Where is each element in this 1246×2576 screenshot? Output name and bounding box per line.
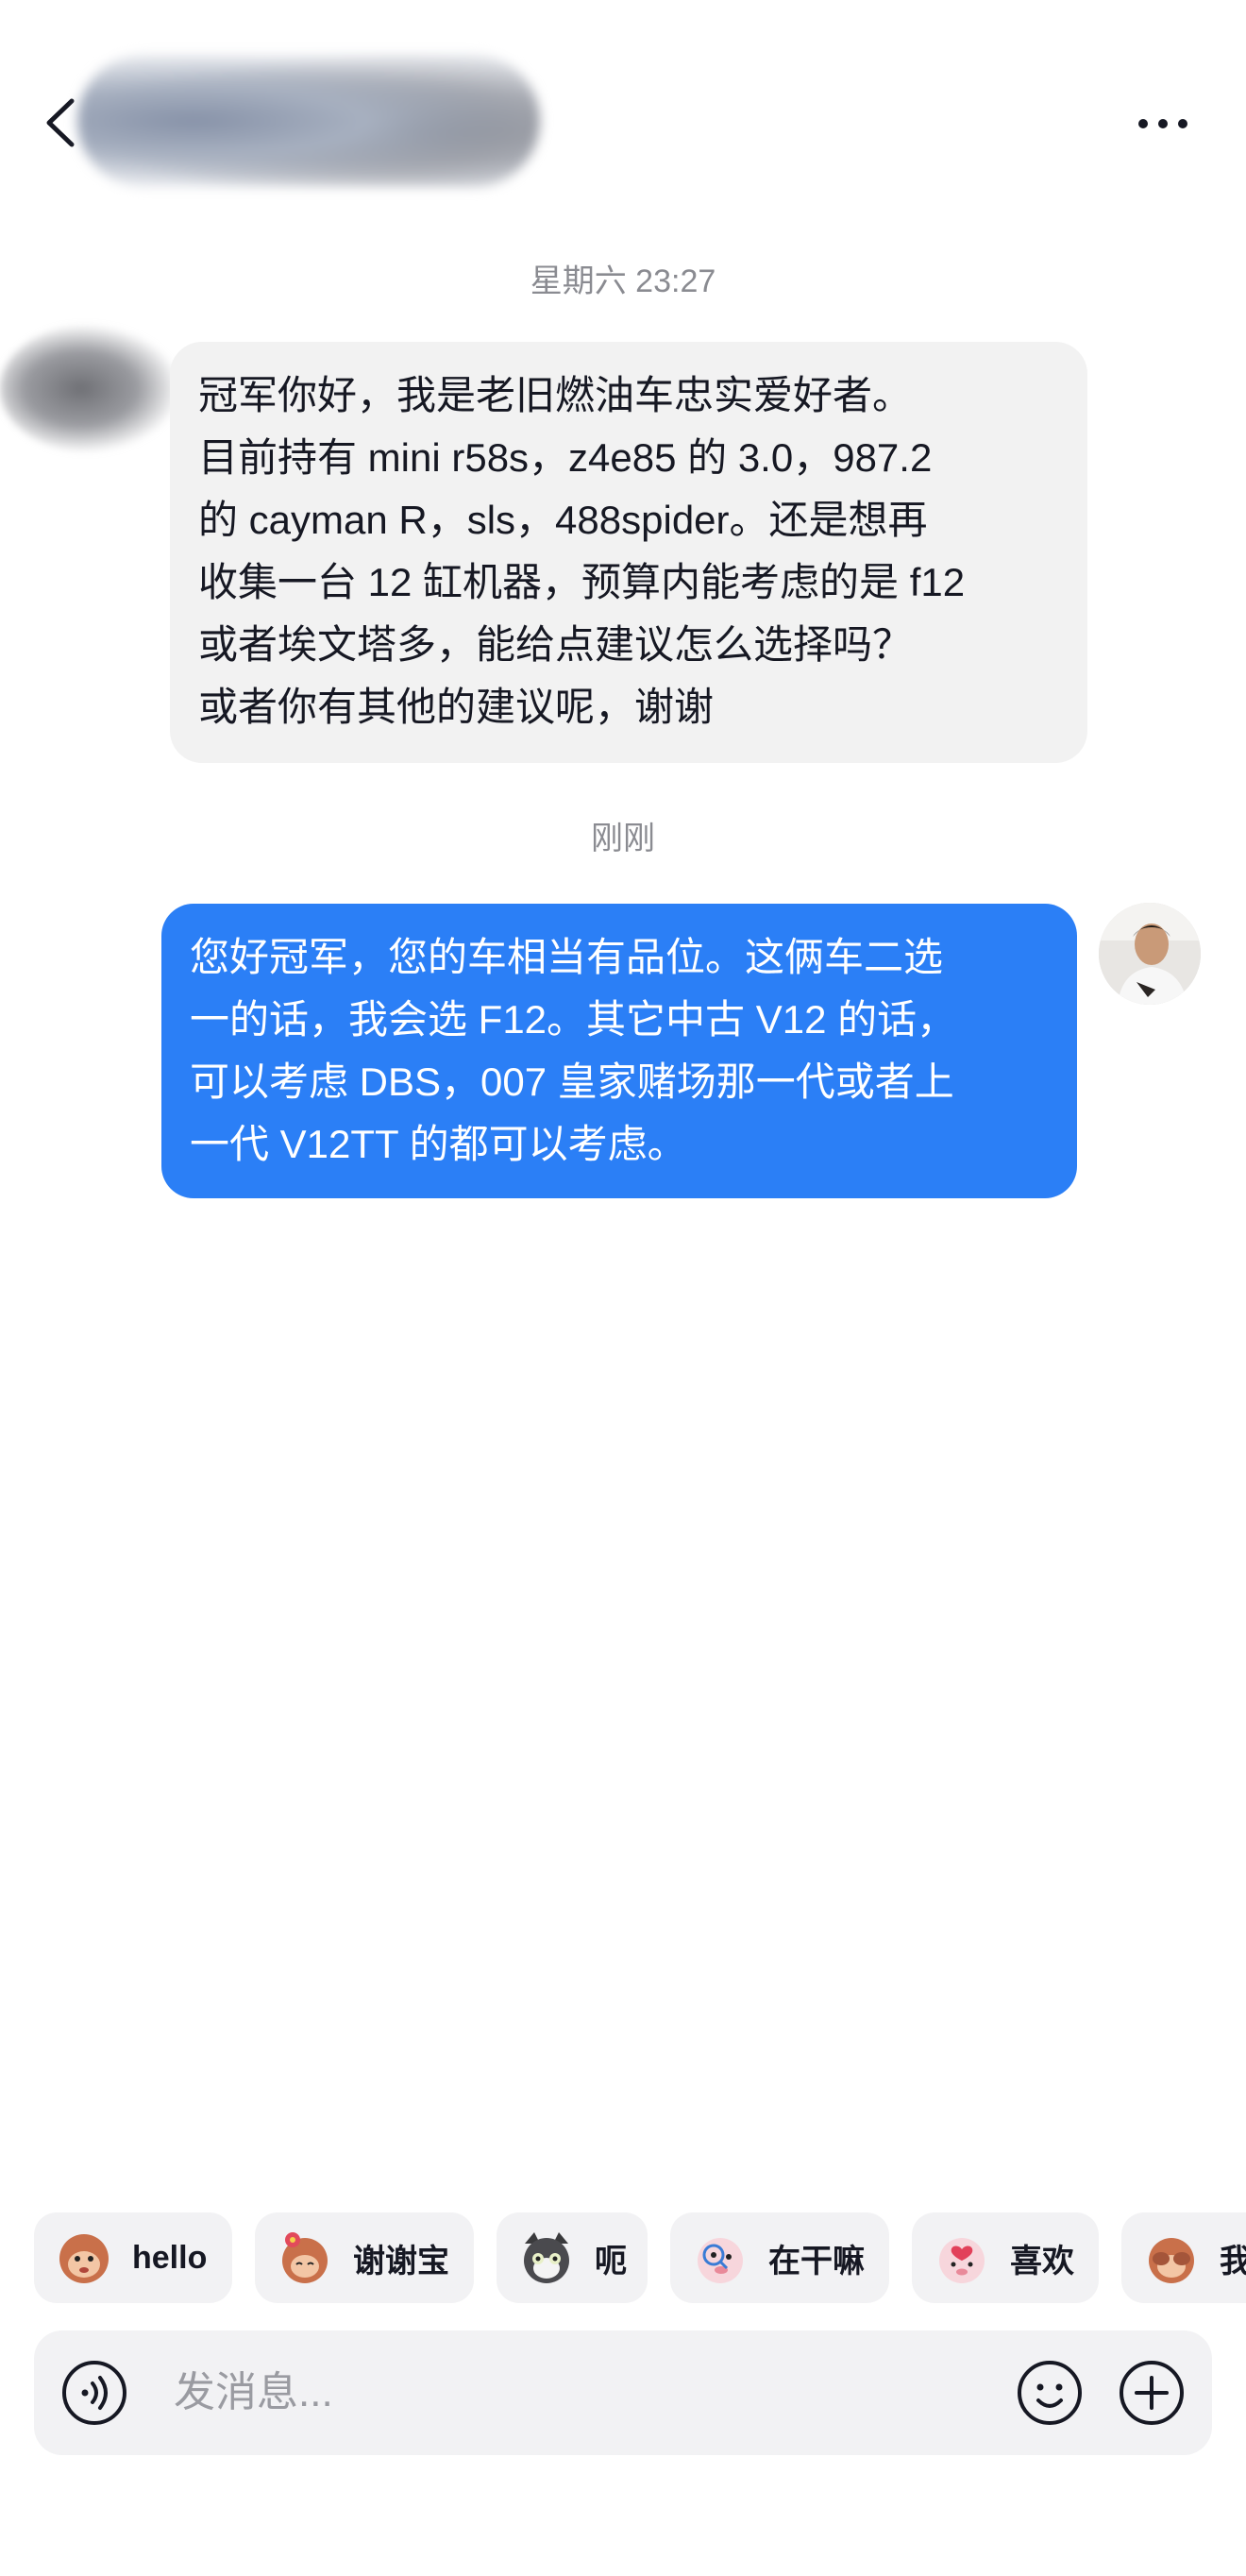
- message-line: 或者你有其他的建议呢，谢谢: [198, 685, 715, 729]
- message-line: 或者埃文塔多，能给点建议怎么选择吗？: [198, 622, 913, 667]
- user-photo-icon: [1099, 903, 1201, 1005]
- message-line: 一代 V12TT 的都可以考虑。: [190, 1122, 687, 1166]
- contact-name-redacted: [77, 55, 540, 187]
- quick-reply-label: 在干嘛: [768, 2243, 865, 2279]
- more-actions-button[interactable]: [1118, 2359, 1186, 2427]
- quick-reply-chip[interactable]: 喜欢: [912, 2212, 1099, 2303]
- more-horizontal-icon: [1138, 119, 1148, 128]
- message-input[interactable]: [174, 2351, 1023, 2434]
- more-options-button[interactable]: [1137, 106, 1189, 138]
- voice-icon: [62, 2361, 126, 2425]
- quick-reply-label: 呃: [595, 2243, 627, 2279]
- smiley-icon: [1018, 2361, 1082, 2425]
- emoji-button[interactable]: [1016, 2359, 1084, 2427]
- message-line: 目前持有 mini r58s，z4e85 的 3.0，987.2: [198, 435, 933, 480]
- message-timestamp: 星期六 23:27: [530, 263, 716, 299]
- message-input-bar: [34, 2330, 1212, 2455]
- quick-reply-label: 谢谢宝: [353, 2243, 449, 2279]
- quick-reply-label: hello: [132, 2239, 208, 2276]
- quick-reply-chip[interactable]: 呃: [497, 2212, 648, 2303]
- message-timestamp: 刚刚: [591, 821, 655, 856]
- cat-emoji-icon: [517, 2229, 576, 2287]
- monkey-emoji-icon: [55, 2229, 113, 2287]
- message-line: 收集一台 12 缸机器，预算内能考虑的是 f12: [198, 560, 966, 604]
- outgoing-message-bubble[interactable]: 您好冠军，您的车相当有品位。这俩车二选 一的话，我会选 F12。其它中古 V12…: [161, 904, 1077, 1198]
- incoming-message-bubble[interactable]: 冠军你好，我是老旧燃油车忠实爱好者。 目前持有 mini r58s，z4e85 …: [170, 342, 1087, 763]
- pig-magnifier-emoji-icon: [691, 2229, 749, 2287]
- message-line: 冠军你好，我是老旧燃油车忠实爱好者。: [198, 373, 913, 417]
- message-line: 一的话，我会选 F12。其它中古 V12 的话，: [190, 997, 957, 1042]
- quick-reply-label: 我: [1220, 2243, 1246, 2279]
- quick-reply-chip[interactable]: 我: [1121, 2212, 1246, 2303]
- message-line: 的 cayman R，sls，488spider。还是想再: [198, 498, 928, 542]
- quick-reply-chip[interactable]: 在干嘛: [670, 2212, 889, 2303]
- voice-button[interactable]: [60, 2359, 128, 2427]
- message-line: 您好冠军，您的车相当有品位。这俩车二选: [190, 935, 944, 979]
- message-line: 可以考虑 DBS，007 皇家赌场那一代或者上: [190, 1059, 954, 1104]
- contact-avatar-redacted[interactable]: [0, 325, 179, 452]
- chat-header: [0, 0, 1246, 236]
- quick-reply-chip[interactable]: hello: [34, 2212, 232, 2303]
- quick-reply-chip[interactable]: 谢谢宝: [255, 2212, 474, 2303]
- quick-reply-label: 喜欢: [1010, 2243, 1074, 2279]
- pig-heart-emoji-icon: [933, 2229, 991, 2287]
- monkey-flower-emoji-icon: [276, 2229, 334, 2287]
- chat-screen: 星期六 23:27 冠军你好，我是老旧燃油车忠实爱好者。 目前持有 mini r…: [0, 0, 1246, 2576]
- monkey-cover-emoji-icon: [1142, 2229, 1201, 2287]
- plus-circle-icon: [1120, 2361, 1184, 2425]
- quick-reply-bar: hello 谢谢宝 呃 在干嘛 喜欢 我: [34, 2212, 1246, 2303]
- my-avatar[interactable]: [1099, 903, 1201, 1005]
